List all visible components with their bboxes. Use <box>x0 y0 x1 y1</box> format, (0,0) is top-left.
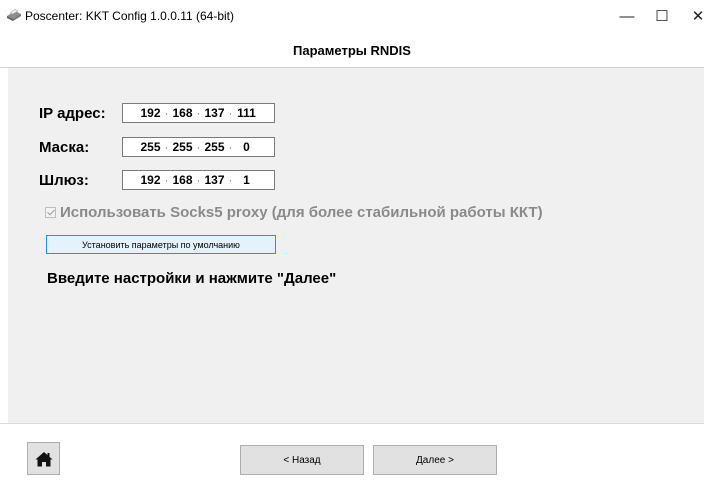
footer-bar: < Назад Далее > <box>0 423 704 486</box>
socks5-proxy-label: Использовать Socks5 proxy (для более ста… <box>60 204 543 221</box>
gateway-octet-4: 1 <box>243 173 250 187</box>
title-bar: Poscenter: KKT Config 1.0.0.11 (64-bit) … <box>0 0 704 34</box>
mask-octet-4: 0 <box>243 140 250 154</box>
page-header: Параметры RNDIS <box>0 34 704 68</box>
mask-octet-1: 255 <box>140 140 161 154</box>
gateway-octet-3: 137 <box>204 173 225 187</box>
mask-octet-3: 255 <box>204 140 225 154</box>
ip-address-label: IP адрес: <box>39 105 106 122</box>
octet-separator: · <box>228 106 233 120</box>
mask-label: Маска: <box>39 139 90 156</box>
octet-separator: · <box>196 106 201 120</box>
octet-separator: · <box>164 140 169 154</box>
ip-octet-1: 192 <box>140 106 161 120</box>
octet-separator: · <box>196 140 201 154</box>
ip-octet-4: 111 <box>237 106 256 120</box>
instruction-text: Введите настройки и нажмите "Далее" <box>47 270 337 287</box>
ip-octet-3: 137 <box>204 106 225 120</box>
window-title: Poscenter: KKT Config 1.0.0.11 (64-bit) <box>25 9 234 23</box>
app-printer-icon <box>7 8 21 21</box>
checkbox-checked-icon[interactable] <box>45 207 56 218</box>
socks5-proxy-checkbox[interactable]: Использовать Socks5 proxy (для более ста… <box>45 204 543 221</box>
ip-address-input[interactable]: 192 · 168 · 137 · 111 <box>122 103 275 123</box>
octet-separator: · <box>228 140 233 154</box>
octet-separator: · <box>228 173 233 187</box>
next-button[interactable]: Далее > <box>373 445 497 475</box>
page-title: Параметры RNDIS <box>293 43 411 58</box>
set-default-button[interactable]: Установить параметры по умолчанию <box>46 235 276 254</box>
home-icon <box>35 451 52 466</box>
octet-separator: · <box>164 106 169 120</box>
octet-separator: · <box>196 173 201 187</box>
mask-octet-2: 255 <box>172 140 193 154</box>
gateway-label: Шлюз: <box>39 172 89 189</box>
maximize-button[interactable]: ☐ <box>642 0 682 32</box>
home-button[interactable] <box>27 442 60 475</box>
close-button[interactable]: ✕ <box>678 0 704 32</box>
minimize-button[interactable]: — <box>607 0 647 32</box>
back-button[interactable]: < Назад <box>240 445 364 475</box>
gateway-octet-2: 168 <box>172 173 193 187</box>
gateway-octet-1: 192 <box>140 173 161 187</box>
mask-input[interactable]: 255 · 255 · 255 · 0 <box>122 137 275 157</box>
ip-octet-2: 168 <box>172 106 193 120</box>
gateway-input[interactable]: 192 · 168 · 137 · 1 <box>122 170 275 190</box>
octet-separator: · <box>164 173 169 187</box>
